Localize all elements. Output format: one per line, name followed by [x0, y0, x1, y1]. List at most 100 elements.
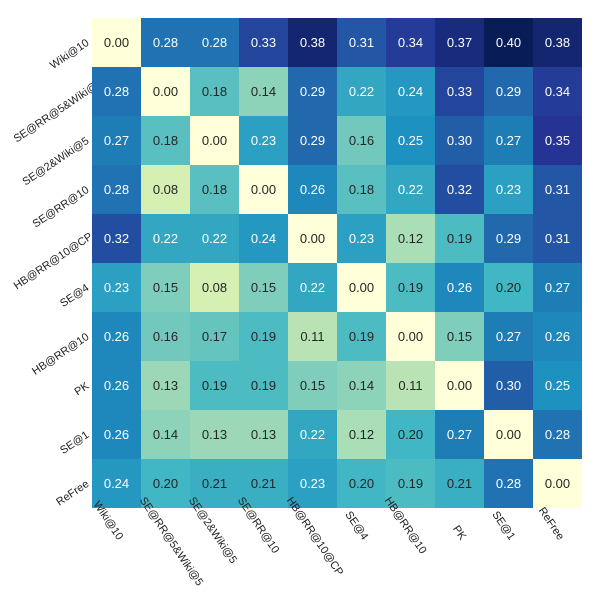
heatmap-cell: 0.32: [435, 165, 484, 214]
heatmap-cell: 0.28: [92, 67, 141, 116]
heatmap-cell: 0.15: [239, 263, 288, 312]
heatmap-cell: 0.35: [533, 116, 582, 165]
heatmap-cell: 0.26: [92, 361, 141, 410]
heatmap-cell: 0.34: [386, 18, 435, 67]
heatmap-cell: 0.19: [337, 312, 386, 361]
heatmap-cell: 0.30: [484, 361, 533, 410]
y-tick-label: PK: [12, 380, 92, 439]
heatmap-cell: 0.14: [141, 410, 190, 459]
heatmap-cell: 0.23: [239, 116, 288, 165]
y-tick-label: SE@RR@10: [12, 184, 92, 243]
heatmap-cell: 0.19: [386, 263, 435, 312]
heatmap-cell: 0.28: [141, 18, 190, 67]
heatmap-cell: 0.00: [92, 18, 141, 67]
heatmap-cell: 0.12: [337, 410, 386, 459]
heatmap-cell: 0.20: [386, 410, 435, 459]
heatmap-cell: 0.22: [288, 263, 337, 312]
heatmap-cell: 0.00: [435, 361, 484, 410]
heatmap-cell: 0.31: [533, 165, 582, 214]
heatmap-cell: 0.13: [190, 410, 239, 459]
heatmap-cell: 0.14: [337, 361, 386, 410]
heatmap-cell: 0.27: [484, 116, 533, 165]
heatmap-row: 0.260.160.170.190.110.190.000.150.270.26: [92, 312, 582, 361]
heatmap-cell: 0.29: [484, 67, 533, 116]
heatmap-cell: 0.40: [484, 18, 533, 67]
heatmap-cell: 0.29: [288, 116, 337, 165]
heatmap-cell: 0.11: [386, 361, 435, 410]
heatmap-cell: 0.15: [435, 312, 484, 361]
heatmap-cell: 0.27: [484, 312, 533, 361]
heatmap-cell: 0.24: [239, 214, 288, 263]
heatmap-cell: 0.18: [190, 67, 239, 116]
heatmap-cell: 0.12: [386, 214, 435, 263]
heatmap-cell: 0.23: [92, 263, 141, 312]
heatmap-cell: 0.13: [141, 361, 190, 410]
y-tick-label: HB@RR@10: [12, 331, 92, 390]
heatmap-cell: 0.33: [435, 67, 484, 116]
heatmap-cell: 0.24: [386, 67, 435, 116]
heatmap-cell: 0.27: [435, 410, 484, 459]
heatmap-cell: 0.18: [337, 165, 386, 214]
heatmap-cell: 0.33: [239, 18, 288, 67]
heatmap-cell: 0.19: [239, 312, 288, 361]
heatmap-cell: 0.16: [337, 116, 386, 165]
heatmap-cell: 0.23: [484, 165, 533, 214]
heatmap-cell: 0.00: [141, 67, 190, 116]
heatmap-cell: 0.00: [239, 165, 288, 214]
heatmap-row: 0.280.080.180.000.260.180.220.320.230.31: [92, 165, 582, 214]
heatmap-cell: 0.23: [337, 214, 386, 263]
heatmap-chart: Wiki@10SE@RR@5&Wiki@5SE@2&Wiki@5SE@RR@10…: [0, 0, 596, 596]
heatmap-cell: 0.37: [435, 18, 484, 67]
heatmap-cell: 0.30: [435, 116, 484, 165]
heatmap-cell: 0.00: [288, 214, 337, 263]
heatmap-cell: 0.13: [239, 410, 288, 459]
heatmap-cell: 0.19: [239, 361, 288, 410]
heatmap-cell: 0.29: [288, 67, 337, 116]
heatmap-cell: 0.22: [141, 214, 190, 263]
heatmap-row: 0.000.280.280.330.380.310.340.370.400.38: [92, 18, 582, 67]
heatmap-row: 0.230.150.080.150.220.000.190.260.200.27: [92, 263, 582, 312]
y-tick-label: HB@RR@10@CP: [12, 233, 92, 292]
heatmap-row: 0.260.140.130.130.220.120.200.270.000.28: [92, 410, 582, 459]
heatmap-cell: 0.26: [435, 263, 484, 312]
heatmap-cell: 0.28: [190, 18, 239, 67]
heatmap-row: 0.270.180.000.230.290.160.250.300.270.35: [92, 116, 582, 165]
heatmap-cell: 0.15: [288, 361, 337, 410]
heatmap-cell: 0.00: [337, 263, 386, 312]
y-tick-label: SE@4: [12, 282, 92, 341]
y-tick-label: Wiki@10: [12, 37, 92, 96]
heatmap-cell: 0.26: [92, 410, 141, 459]
heatmap-row: 0.260.130.190.190.150.140.110.000.300.25: [92, 361, 582, 410]
heatmap-cell: 0.00: [386, 312, 435, 361]
heatmap-cell: 0.00: [484, 410, 533, 459]
heatmap-cell: 0.27: [533, 263, 582, 312]
y-tick-label: ReFree: [12, 478, 92, 537]
heatmap-cell: 0.25: [386, 116, 435, 165]
heatmap-cell: 0.32: [92, 214, 141, 263]
heatmap-cell: 0.22: [288, 410, 337, 459]
heatmap-cell: 0.19: [435, 214, 484, 263]
heatmap-grid: 0.000.280.280.330.380.310.340.370.400.38…: [92, 18, 582, 508]
heatmap-cell: 0.17: [190, 312, 239, 361]
heatmap-cell: 0.16: [141, 312, 190, 361]
heatmap-cell: 0.26: [288, 165, 337, 214]
heatmap-cell: 0.31: [337, 18, 386, 67]
heatmap-cell: 0.38: [533, 18, 582, 67]
heatmap-cell: 0.26: [92, 312, 141, 361]
heatmap-cell: 0.19: [190, 361, 239, 410]
heatmap-cell: 0.20: [484, 263, 533, 312]
heatmap-cell: 0.18: [141, 116, 190, 165]
heatmap-cell: 0.28: [92, 165, 141, 214]
y-tick-label: SE@2&Wiki@5: [12, 135, 92, 194]
heatmap-cell: 0.15: [141, 263, 190, 312]
heatmap-cell: 0.34: [533, 67, 582, 116]
heatmap-cell: 0.28: [533, 410, 582, 459]
heatmap-cell: 0.14: [239, 67, 288, 116]
heatmap-cell: 0.25: [533, 361, 582, 410]
heatmap-cell: 0.22: [190, 214, 239, 263]
heatmap-cell: 0.38: [288, 18, 337, 67]
heatmap-cell: 0.29: [484, 214, 533, 263]
heatmap-cell: 0.00: [190, 116, 239, 165]
y-tick-label: SE@1: [12, 429, 92, 488]
heatmap-row: 0.280.000.180.140.290.220.240.330.290.34: [92, 67, 582, 116]
